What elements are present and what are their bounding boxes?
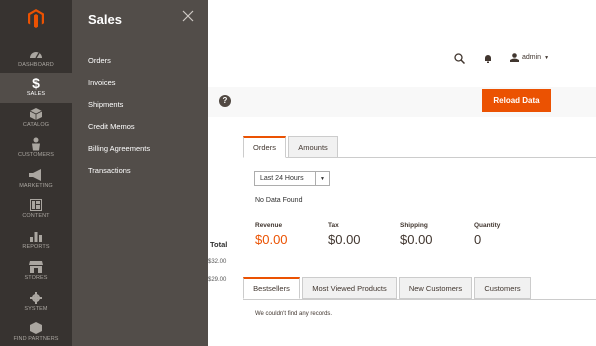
revenue-value: $0.00 [255,232,288,247]
nav-item-dashboard[interactable]: DASHBOARD [0,44,72,74]
dollar-icon: $ [32,75,40,91]
reload-data-button[interactable]: Reload Data [482,89,551,112]
tab-amounts[interactable]: Amounts [288,136,338,158]
submenu-item-invoices[interactable]: Invoices [88,78,116,87]
megaphone-icon [29,169,41,181]
nav-label: SALES [26,91,46,97]
revenue-label: Revenue [255,222,283,229]
sales-submenu: Sales Orders Invoices Shipments Credit M… [72,0,208,346]
nav-item-sales[interactable]: $ SALES [0,73,72,103]
tab-divider [243,299,596,300]
catalog-icon [30,108,42,120]
tax-label: Tax [328,222,339,229]
tab-bestsellers[interactable]: Bestsellers [243,277,300,299]
period-select[interactable]: Last 24 Hours ▼ [254,171,330,186]
nav-label: MARKETING [19,183,53,189]
magento-logo-icon [28,8,44,28]
total-cell: $32.00 [208,259,227,265]
dashboard-icon [30,52,42,59]
period-select-value: Last 24 Hours [260,175,304,182]
nav-label: CONTENT [22,213,50,219]
quantity-label: Quantity [474,222,501,229]
nav-item-stores[interactable]: STORES [0,257,72,287]
chevron-down-icon: ▼ [544,54,550,61]
user-icon [510,53,519,62]
submenu-item-billing-agreements[interactable]: Billing Agreements [88,144,150,153]
nav-label: DASHBOARD [18,62,54,68]
help-icon[interactable]: ? [219,95,231,107]
nav-item-customers[interactable]: CUSTOMERS [0,134,72,164]
tab-most-viewed-products[interactable]: Most Viewed Products [302,277,397,299]
partners-icon [30,322,42,334]
nav-item-catalog[interactable]: CATALOG [0,104,72,134]
submenu-item-orders[interactable]: Orders [88,56,111,65]
submenu-item-transactions[interactable]: Transactions [88,166,131,175]
nav-item-reports[interactable]: REPORTS [0,226,72,256]
total-cell: $29.00 [208,277,227,283]
nav-label: FIND PARTNERS [13,336,59,342]
store-icon [29,261,43,273]
nav-item-find-partners[interactable]: FIND PARTNERS [0,318,72,346]
quantity-value: 0 [474,232,482,247]
admin-menu: DASHBOARD $ SALES CATALOG CUSTOMERS MARK… [0,0,72,346]
shipping-value: $0.00 [400,232,433,247]
customers-icon [32,137,40,151]
nav-label: CATALOG [22,122,50,128]
tab-orders[interactable]: Orders [243,136,286,158]
tax-value: $0.00 [328,232,361,247]
nav-label: SYSTEM [24,306,48,312]
nav-label: CUSTOMERS [18,152,54,158]
bar-chart-icon [30,232,42,242]
grid-empty-message: We couldn't find any records. [255,311,333,317]
admin-user-menu[interactable]: admin ▼ [510,53,549,62]
search-icon[interactable] [454,53,465,64]
nav-item-marketing[interactable]: MARKETING [0,165,72,195]
submenu-title: Sales [88,12,122,27]
content-icon [30,199,42,211]
nav-label: STORES [24,275,48,281]
shipping-label: Shipping [400,222,428,229]
tab-new-customers[interactable]: New Customers [399,277,472,299]
gear-icon [30,292,42,304]
total-column-header: Total [210,240,228,249]
close-icon[interactable] [182,10,194,22]
magento-logo[interactable] [0,0,72,36]
admin-username: admin [522,54,542,61]
submenu-item-credit-memos[interactable]: Credit Memos [88,122,135,131]
chart-no-data-message: No Data Found [255,197,303,204]
nav-label: REPORTS [22,244,50,250]
notification-bell-icon[interactable] [484,54,492,63]
nav-item-content[interactable]: CONTENT [0,195,72,225]
tab-customers[interactable]: Customers [474,277,531,299]
submenu-item-shipments[interactable]: Shipments [88,100,123,109]
nav-item-system[interactable]: SYSTEM [0,288,72,318]
chevron-down-icon: ▼ [315,172,329,185]
